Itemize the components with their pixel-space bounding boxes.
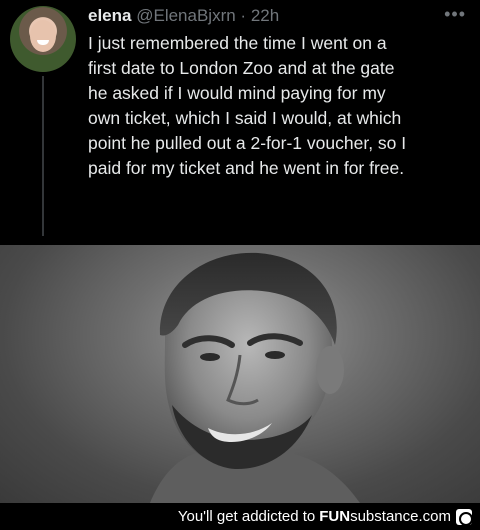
meme-illustration (150, 252, 360, 503)
avatar[interactable] (10, 6, 76, 72)
more-options-icon[interactable]: ••• (444, 4, 466, 25)
tweet-text-line: paid for my ticket and he went in for fr… (88, 158, 405, 178)
brand-substance[interactable]: substance (350, 508, 418, 525)
tweet-header: elena @ElenaBjxrn · 22h ••• (88, 4, 466, 28)
separator-dot: · (240, 6, 247, 25)
avatar-column (10, 6, 76, 236)
author-handle[interactable]: @ElenaBjxrn (136, 6, 235, 25)
meme-image (0, 245, 480, 503)
tweet-text-line: own ticket, which I said I would, at whi… (88, 108, 402, 128)
footer-bar: You'll get addicted to FUN substance .com (0, 503, 480, 530)
brand-fun[interactable]: FUN (319, 508, 350, 525)
thread-line (42, 76, 44, 236)
footer-prefix: You'll get addicted to (177, 508, 316, 525)
ear-shape (316, 346, 344, 394)
tweet-text-line: he asked if I would mind paying for my (88, 83, 386, 103)
left-eye (200, 353, 220, 361)
right-eye (265, 351, 285, 359)
tweet: elena @ElenaBjxrn · 22h ••• I just remem… (0, 0, 480, 245)
author-name[interactable]: elena (88, 6, 131, 25)
tweet-text-line: I just remembered the time I went on a (88, 33, 387, 53)
avatar-face (30, 20, 56, 52)
tweet-text-line: first date to London Zoo and at the gate (88, 58, 395, 78)
funsubstance-logo-icon[interactable] (456, 508, 473, 526)
tweet-text: I just remembered the time I went on a f… (88, 31, 468, 181)
tweet-time[interactable]: 22h (251, 6, 279, 25)
brand-tld[interactable]: .com (418, 508, 451, 525)
tweet-text-line: point he pulled out a 2-for-1 voucher, s… (88, 133, 407, 153)
